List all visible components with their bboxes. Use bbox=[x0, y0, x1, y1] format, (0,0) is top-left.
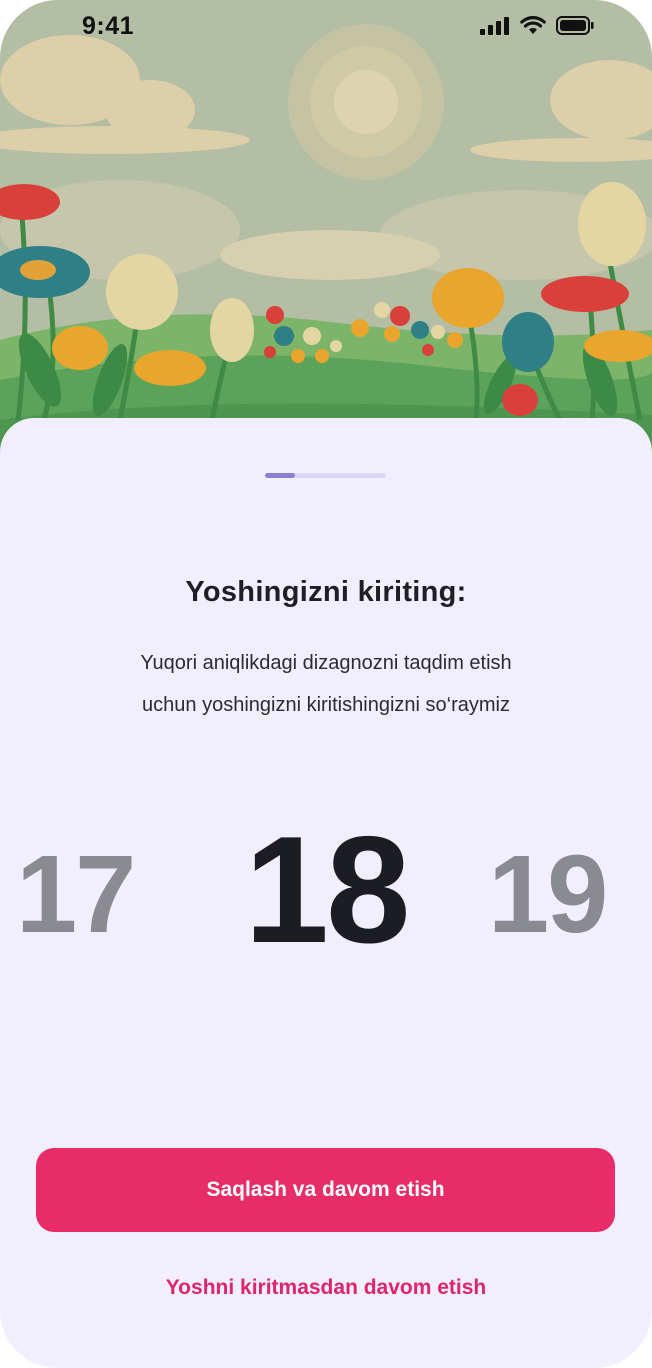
phone-screen: 9:41 Yoshingizni kiriting: Yuqori aniqli… bbox=[0, 0, 652, 1368]
page-title: Yoshingizni kiriting: bbox=[185, 576, 467, 608]
skip-age-link[interactable]: Yoshni kiritmasdan davom etish bbox=[0, 1276, 652, 1300]
age-option-next[interactable]: 19 bbox=[488, 831, 608, 958]
subtitle-line-1: Yuqori aniqlikdagi dizagnozni taqdim eti… bbox=[140, 652, 512, 674]
signal-icon bbox=[480, 16, 509, 35]
wifi-icon bbox=[520, 16, 546, 34]
subtitle-line-2: uchun yoshingizni kiritishingizni so‘ray… bbox=[142, 694, 510, 716]
page-subtitle: Yuqori aniqlikdagi dizagnozni taqdim eti… bbox=[60, 642, 592, 726]
battery-icon bbox=[556, 16, 594, 35]
progress-fill bbox=[265, 473, 296, 478]
hero-illustration bbox=[0, 0, 652, 470]
onboarding-progress bbox=[265, 473, 386, 478]
age-picker[interactable]: 17 18 19 bbox=[0, 803, 652, 975]
status-icons bbox=[480, 16, 594, 35]
age-input-sheet: Yoshingizni kiriting: Yuqori aniqlikdagi… bbox=[0, 418, 652, 1368]
status-bar: 9:41 bbox=[0, 0, 652, 56]
status-time: 9:41 bbox=[82, 12, 135, 40]
save-and-continue-button[interactable]: Saqlash va davom etish bbox=[36, 1148, 615, 1232]
